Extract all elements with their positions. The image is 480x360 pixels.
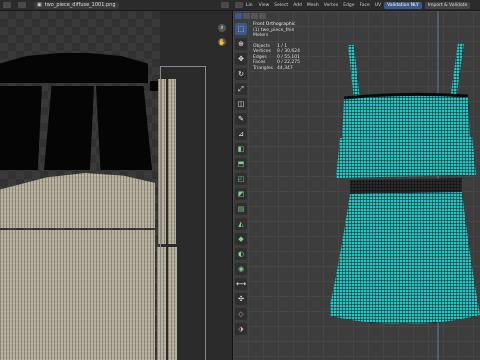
- spin-tool-icon[interactable]: ◐: [235, 248, 247, 260]
- loop-cut-tool-icon[interactable]: ▤: [235, 203, 247, 215]
- dress-ruffle: [336, 136, 476, 178]
- viewport-editor-icon[interactable]: [235, 2, 243, 8]
- move-tool-icon[interactable]: ✥: [235, 53, 247, 65]
- shear-tool-icon[interactable]: ◇: [235, 308, 247, 320]
- uv-shell-front-panel: [0, 86, 42, 170]
- uv-shell-skirt-main: [0, 230, 155, 360]
- menu-face[interactable]: Face: [360, 3, 370, 8]
- menu-select[interactable]: Select: [274, 3, 288, 8]
- image-name: two_piece_diffuse_1001.png: [44, 2, 116, 8]
- editor-type-icon[interactable]: [3, 2, 11, 8]
- annotate-tool-icon[interactable]: ✎: [235, 113, 247, 125]
- dress-strap-right: [450, 43, 464, 100]
- viewport-menu: View Select Add Mesh Vertex Edge Face UV: [259, 3, 382, 8]
- vertex-select-tab[interactable]: [235, 13, 242, 19]
- viewport-overlay-stats: Front Orthographic (1) two_piece_thin Me…: [253, 22, 300, 71]
- import-validate-button[interactable]: Import & Validate: [424, 1, 471, 9]
- pin-icon[interactable]: [221, 2, 229, 8]
- menu-mesh[interactable]: Mesh: [307, 3, 319, 8]
- select-tool-icon[interactable]: ⬚: [235, 23, 247, 35]
- rip-tool-icon[interactable]: ⬗: [235, 323, 247, 335]
- edge-slide-tool-icon[interactable]: ⟷: [235, 278, 247, 290]
- dress-bodice: [342, 94, 470, 142]
- dress-skirt: [330, 192, 480, 324]
- dress-belt: [350, 178, 462, 194]
- cursor-tool-icon[interactable]: ⊕: [235, 38, 247, 50]
- measure-tool-icon[interactable]: ⊿: [235, 128, 247, 140]
- menu-view[interactable]: View: [259, 3, 270, 8]
- uv-shell-right-panel: [96, 86, 152, 170]
- extrude-tool-icon[interactable]: ⬒: [235, 158, 247, 170]
- mode-select[interactable]: Lin: [246, 3, 253, 8]
- uv-shell-center-panel: [44, 86, 94, 170]
- dress-mesh[interactable]: [330, 40, 480, 340]
- dress-strap-left: [348, 45, 360, 100]
- uv-nav-tools: ⌕ ✋: [218, 24, 226, 46]
- uv-editor[interactable]: ⌕ ✋: [0, 11, 233, 360]
- view-menu-icon[interactable]: [18, 2, 26, 8]
- view-name: Front Orthographic: [253, 22, 296, 27]
- transform-tool-icon[interactable]: ◫: [235, 98, 247, 110]
- add-cube-tool-icon[interactable]: ◧: [235, 143, 247, 155]
- magnifier-icon[interactable]: ⌕: [218, 24, 226, 32]
- scale-tool-icon[interactable]: ⤢: [235, 83, 247, 95]
- knife-tool-icon[interactable]: ◭: [235, 218, 247, 230]
- stat-triangles: Triangles 44,347: [253, 65, 293, 71]
- shrink-fatten-tool-icon[interactable]: ✣: [235, 293, 247, 305]
- uv-editor-header: ▣ two_piece_diffuse_1001.png: [0, 0, 232, 11]
- bevel-tool-icon[interactable]: ◩: [235, 188, 247, 200]
- viewport-header: Lin View Select Add Mesh Vertex Edge Fac…: [232, 0, 480, 11]
- select-mode-tabs: [235, 13, 266, 19]
- menu-uv[interactable]: UV: [375, 3, 381, 8]
- poly-build-tool-icon[interactable]: ◆: [235, 233, 247, 245]
- menu-vertex[interactable]: Vertex: [324, 3, 338, 8]
- face-select-tab[interactable]: [251, 13, 258, 19]
- edge-select-tab[interactable]: [243, 13, 250, 19]
- tool-shelf: ⬚ ⊕ ✥ ↻ ⤢ ◫ ✎ ⊿ ◧ ⬒ ◰ ◩ ▤ ◭ ◆ ◐ ◉ ⟷ ✣ ◇ …: [235, 23, 247, 335]
- hand-icon[interactable]: ✋: [218, 38, 226, 46]
- uv-shell-top-band: [0, 53, 148, 83]
- uv-bounds-frame: [160, 66, 206, 360]
- validation-button[interactable]: Validation NLY: [384, 1, 422, 9]
- menu-add[interactable]: Add: [293, 3, 302, 8]
- rotate-tool-icon[interactable]: ↻: [235, 68, 247, 80]
- image-selector[interactable]: ▣ two_piece_diffuse_1001.png: [34, 1, 119, 9]
- image-icon: ▣: [37, 2, 42, 8]
- extra-tab[interactable]: [259, 13, 266, 19]
- inset-tool-icon[interactable]: ◰: [235, 173, 247, 185]
- smooth-tool-icon[interactable]: ◉: [235, 263, 247, 275]
- menu-edge[interactable]: Edge: [343, 3, 354, 8]
